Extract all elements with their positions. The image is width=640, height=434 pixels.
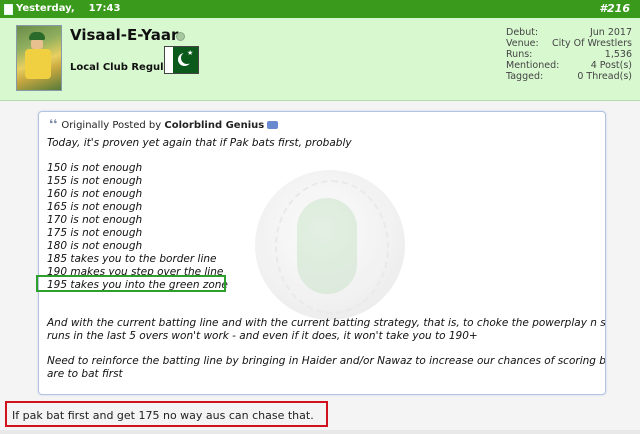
avatar-shirt xyxy=(25,49,51,79)
user-stat-label: Debut: xyxy=(506,27,539,38)
quote-line: runs in the last 5 overs won't work - an… xyxy=(47,330,478,342)
user-info-bar: Visaal-E-Yaar Local Club Regular ★ Debut… xyxy=(0,18,640,101)
quote-line: 150 is not enough xyxy=(47,162,143,174)
post-footer-divider xyxy=(0,430,640,434)
quote-line: 185 takes you to the border line xyxy=(47,253,217,265)
user-stat-row: Venue: City Of Wrestlers xyxy=(506,38,632,49)
user-stat-label: Runs: xyxy=(506,49,533,60)
post-content: ❛❛ Originally Posted by Colorblind Genius… xyxy=(0,101,640,434)
quote-line: And with the current batting line and wi… xyxy=(47,317,606,329)
user-stat-label: Venue: xyxy=(506,38,539,49)
post-number-link[interactable]: #216 xyxy=(599,2,630,15)
user-stat-value: 0 Thread(s) xyxy=(577,71,632,82)
avatar-face xyxy=(31,39,43,49)
username-link[interactable]: Visaal-E-Yaar xyxy=(70,26,178,44)
quote-line: Today, it's proven yet again that if Pak… xyxy=(47,137,352,149)
quote-header: ❛❛ Originally Posted by Colorblind Genius xyxy=(49,117,279,131)
user-stats: Debut: Jun 2017 Venue: City Of Wrestlers Run… xyxy=(506,27,632,82)
red-highlight-box xyxy=(5,401,328,427)
view-post-icon[interactable] xyxy=(267,121,279,129)
quote-line: are to bat first xyxy=(47,368,123,380)
quote-author-link[interactable]: Colorblind Genius xyxy=(164,120,264,131)
online-status-icon xyxy=(176,32,185,41)
pakistan-flag-icon: ★ xyxy=(164,46,199,74)
avatar-cap xyxy=(29,32,45,40)
user-avatar[interactable] xyxy=(16,25,62,91)
post-time: 17:43 xyxy=(88,3,121,14)
post-header-bar: Yesterday, 17:43 #216 xyxy=(0,0,640,18)
quote-icon: ❛❛ xyxy=(49,117,58,131)
user-stat-label: Mentioned: xyxy=(506,60,560,71)
post-date-day: Yesterday, xyxy=(16,3,75,14)
quote-line: 155 is not enough xyxy=(47,175,143,187)
quote-prefix: Originally Posted by xyxy=(61,120,162,131)
quote-line: 180 is not enough xyxy=(47,240,143,252)
quote-block: ❛❛ Originally Posted by Colorblind Genius… xyxy=(38,111,606,395)
quote-line: Need to reinforce the batting line by br… xyxy=(47,355,606,367)
quote-line: 170 is not enough xyxy=(47,214,143,226)
user-stat-value: 4 Post(s) xyxy=(590,60,632,71)
green-highlight-box xyxy=(36,275,226,292)
post-date: Yesterday, 17:43 xyxy=(16,3,120,14)
user-title: Local Club Regular xyxy=(70,62,176,73)
site-logo-watermark xyxy=(255,170,405,320)
quote-line: 160 is not enough xyxy=(47,188,143,200)
quote-line: 175 is not enough xyxy=(47,227,143,239)
user-stat-row: Tagged: 0 Thread(s) xyxy=(506,71,632,82)
quote-line: 165 is not enough xyxy=(47,201,143,213)
user-stat-label: Tagged: xyxy=(506,71,544,82)
user-stat-value: City Of Wrestlers xyxy=(551,38,632,49)
user-stat-row: Debut: Jun 2017 xyxy=(506,27,632,38)
user-stat-value: Jun 2017 xyxy=(589,27,632,38)
user-stat-value: 1,536 xyxy=(604,49,632,60)
post-document-icon xyxy=(4,4,13,15)
user-stat-row: Runs: 1,536 xyxy=(506,49,632,60)
user-stat-row: Mentioned: 4 Post(s) xyxy=(506,60,632,71)
